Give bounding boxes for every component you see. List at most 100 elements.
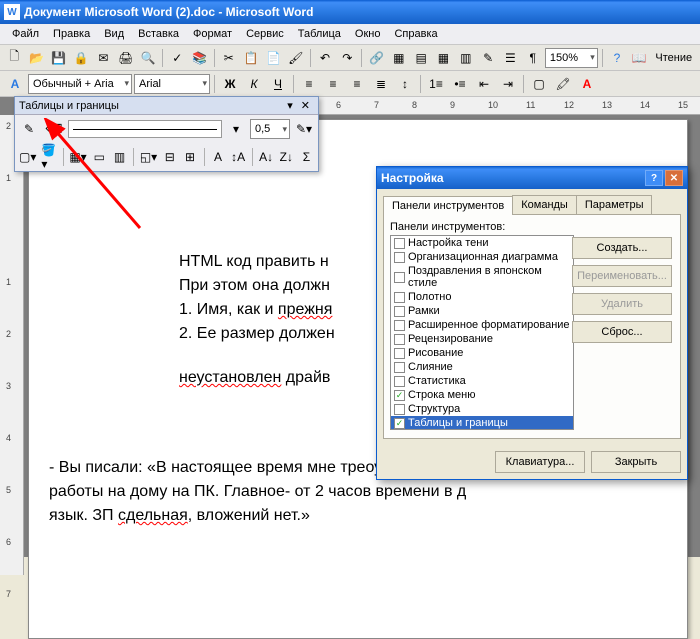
dialog-help-icon[interactable]: ? [645, 170, 663, 186]
sort-desc-icon[interactable]: Z↓ [278, 146, 295, 168]
tab-options[interactable]: Параметры [576, 195, 653, 214]
line-spacing-icon[interactable]: ↕ [394, 73, 416, 95]
checkbox-icon[interactable] [394, 404, 405, 415]
font-color-icon[interactable]: A [576, 73, 598, 95]
menu-table[interactable]: Таблица [292, 26, 347, 42]
list-item[interactable]: ✓Строка меню [391, 388, 573, 402]
drawing-icon[interactable]: ✎ [478, 47, 498, 69]
style-combo[interactable]: Обычный + Aria [28, 74, 132, 94]
text-direction-icon[interactable]: ↕A [230, 146, 247, 168]
underline-icon[interactable]: Ч [267, 73, 289, 95]
border-color-icon[interactable]: ✎▾ [293, 118, 315, 140]
draw-table-icon[interactable]: ✎ [18, 118, 40, 140]
align-left-icon[interactable]: ≡ [298, 73, 320, 95]
menu-window[interactable]: Окно [349, 26, 387, 42]
outdent-icon[interactable]: ⇤ [473, 73, 495, 95]
floating-toolbar-options-icon[interactable]: ▾ [283, 99, 297, 112]
vertical-ruler[interactable]: 211234567 [0, 115, 24, 575]
checkbox-icon[interactable] [394, 252, 405, 263]
list-item[interactable]: Структура [391, 402, 573, 416]
create-button[interactable]: Создать... [572, 237, 672, 259]
numbering-icon[interactable]: 1≡ [425, 73, 447, 95]
merge-cells-icon[interactable]: ▭ [91, 146, 108, 168]
undo-icon[interactable]: ↶ [315, 47, 335, 69]
line-weight-combo[interactable]: 0,5 [250, 119, 290, 139]
split-cells-icon[interactable]: ▥ [111, 146, 128, 168]
reset-button[interactable]: Сброс... [572, 321, 672, 343]
line-style-dropdown-icon[interactable]: ▾ [225, 118, 247, 140]
checkbox-icon[interactable] [394, 348, 405, 359]
redo-icon[interactable]: ↷ [337, 47, 357, 69]
menu-tools[interactable]: Сервис [240, 26, 290, 42]
styles-icon[interactable]: A [4, 73, 26, 95]
dialog-close-icon[interactable]: ✕ [665, 170, 683, 186]
align-justify-icon[interactable]: ≣ [370, 73, 392, 95]
close-button[interactable]: Закрыть [591, 451, 681, 473]
font-combo[interactable]: Arial [134, 74, 210, 94]
insert-table-icon[interactable]: ▤ [411, 47, 431, 69]
research-icon[interactable]: 📚 [189, 47, 209, 69]
excel-icon[interactable]: ▦ [433, 47, 453, 69]
shading-color-icon[interactable]: 🪣▾ [40, 146, 57, 168]
sort-asc-icon[interactable]: A↓ [258, 146, 275, 168]
list-item[interactable]: Полотно [391, 290, 573, 304]
menu-format[interactable]: Формат [187, 26, 238, 42]
indent-icon[interactable]: ⇥ [497, 73, 519, 95]
menu-file[interactable]: Файл [6, 26, 45, 42]
preview-icon[interactable]: 🔍 [138, 47, 158, 69]
menu-insert[interactable]: Вставка [132, 26, 185, 42]
checkbox-icon[interactable]: ✓ [394, 418, 405, 429]
format-painter-icon[interactable]: 🖌 [286, 47, 306, 69]
delete-button[interactable]: Удалить [572, 293, 672, 315]
copy-icon[interactable]: 📋 [241, 47, 261, 69]
showmarks-icon[interactable]: ¶ [523, 47, 543, 69]
bold-icon[interactable]: Ж [219, 73, 241, 95]
tab-toolbars[interactable]: Панели инструментов [383, 196, 513, 215]
help-icon[interactable]: ? [607, 47, 627, 69]
autosum-icon[interactable]: Σ [298, 146, 315, 168]
hyperlink-icon[interactable]: 🔗 [366, 47, 386, 69]
align-center-icon[interactable]: ≡ [322, 73, 344, 95]
paste-icon[interactable]: 📄 [263, 47, 283, 69]
reading-icon[interactable]: 📖 [629, 47, 649, 69]
eraser-icon[interactable]: ⌫ [43, 118, 65, 140]
docmap-icon[interactable]: ☰ [500, 47, 520, 69]
line-style-combo[interactable] [68, 120, 222, 138]
new-doc-icon[interactable]: 🗋 [4, 47, 24, 69]
outside-border-icon[interactable]: ▢▾ [18, 146, 37, 168]
toolbars-listbox[interactable]: Настройка тениОрганизационная диаграммаП… [390, 235, 574, 430]
zoom-combo[interactable]: 150% [545, 48, 598, 68]
cut-icon[interactable]: ✂ [219, 47, 239, 69]
rename-button[interactable]: Переименовать... [572, 265, 672, 287]
list-item[interactable]: Организационная диаграмма [391, 250, 573, 264]
save-icon[interactable]: 💾 [49, 47, 69, 69]
list-item[interactable]: Поздравления в японском стиле [391, 264, 573, 290]
list-item[interactable]: Рецензирование [391, 332, 573, 346]
list-item[interactable]: Рамки [391, 304, 573, 318]
open-icon[interactable]: 📂 [26, 47, 46, 69]
distribute-cols-icon[interactable]: ⊞ [181, 146, 198, 168]
floating-toolbar-close-icon[interactable]: ✕ [297, 99, 314, 112]
list-item[interactable]: ✓Таблицы и границы [391, 416, 573, 430]
autoformat-icon[interactable]: A [209, 146, 226, 168]
checkbox-icon[interactable] [394, 238, 405, 249]
insert-table-icon[interactable]: ▦▾ [68, 146, 87, 168]
checkbox-icon[interactable] [394, 376, 405, 387]
tab-commands[interactable]: Команды [512, 195, 577, 214]
checkbox-icon[interactable] [394, 292, 405, 303]
checkbox-icon[interactable] [394, 334, 405, 345]
checkbox-icon[interactable]: ✓ [394, 390, 405, 401]
menu-edit[interactable]: Правка [47, 26, 96, 42]
checkbox-icon[interactable] [394, 306, 405, 317]
list-item[interactable]: Настройка тени [391, 236, 573, 250]
permission-icon[interactable]: 🔒 [71, 47, 91, 69]
align-top-left-icon[interactable]: ◱▾ [139, 146, 158, 168]
reading-label[interactable]: Чтение [651, 52, 696, 64]
menu-view[interactable]: Вид [98, 26, 130, 42]
floating-toolbar-titlebar[interactable]: Таблицы и границы ▾ ✕ [15, 97, 318, 115]
highlight-icon[interactable]: 🖍 [552, 73, 574, 95]
checkbox-icon[interactable] [394, 362, 405, 373]
borders-icon[interactable]: ▢ [528, 73, 550, 95]
list-item[interactable]: Расширенное форматирование [391, 318, 573, 332]
bullets-icon[interactable]: •≡ [449, 73, 471, 95]
